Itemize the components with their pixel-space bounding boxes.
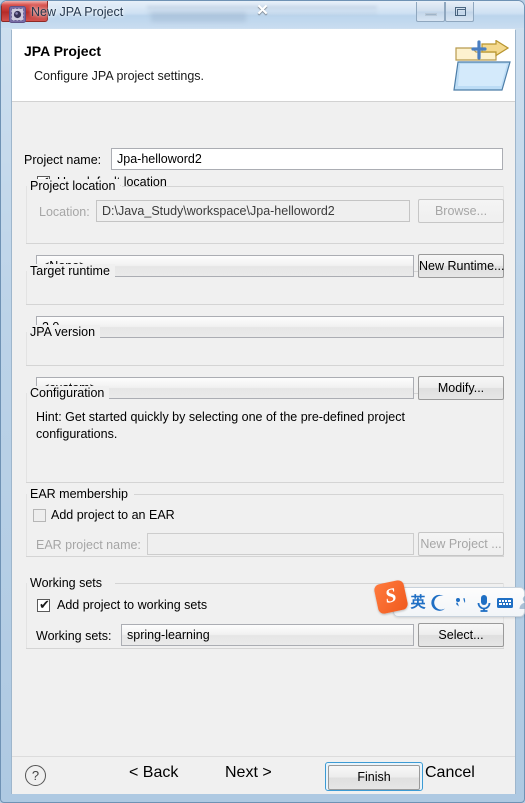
- close-icon: ✕: [256, 2, 269, 19]
- dialog-client-area: JPA Project Configure JPA project settin…: [11, 29, 516, 794]
- jpa-version-combo[interactable]: 2.0: [36, 316, 504, 338]
- configuration-group-label: Configuration: [30, 386, 110, 400]
- add-project-to-ear-checkbox: [33, 509, 46, 522]
- browse-button: Browse...: [418, 199, 504, 223]
- project-location-group-line: [122, 186, 504, 187]
- project-name-label: Project name:: [24, 153, 102, 167]
- finish-button-focus-ring: Finish: [325, 762, 423, 791]
- modify-button[interactable]: Modify...: [418, 376, 504, 400]
- ear-project-name-combo: [147, 533, 414, 555]
- microphone-icon[interactable]: [474, 591, 494, 614]
- wizard-header: JPA Project Configure JPA project settin…: [12, 30, 515, 102]
- cancel-button[interactable]: Cancel: [425, 764, 517, 789]
- keyboard-icon[interactable]: [495, 591, 515, 614]
- working-sets-group-line: [115, 583, 504, 584]
- punctuation-mode-icon[interactable]: [452, 591, 472, 614]
- ear-membership-group-bottom: [26, 556, 504, 557]
- jpa-version-group-bottom: [26, 365, 504, 366]
- dialog-button-bar: ? < Back Next > Finish Cancel: [12, 756, 515, 794]
- page-title: JPA Project: [24, 43, 102, 59]
- user-icon[interactable]: [516, 591, 525, 614]
- jpa-version-group-label: JPA version: [30, 325, 101, 339]
- moon-mode-icon[interactable]: [430, 591, 450, 614]
- working-sets-group-label: Working sets: [30, 576, 108, 590]
- sogou-logo-glyph: S: [383, 584, 399, 608]
- dialog-window: New JPA Project ✕ JPA Project Configure …: [0, 0, 525, 803]
- ear-membership-group-label: EAR membership: [30, 487, 133, 501]
- configuration-hint: Hint: Get started quickly by selecting o…: [36, 410, 405, 441]
- location-input: D:\Java_Study\workspace\Jpa-helloword2: [96, 200, 410, 222]
- target-runtime-group-side: [26, 271, 27, 305]
- finish-button[interactable]: Finish: [328, 765, 420, 790]
- configuration-group-bottom: [26, 482, 504, 483]
- title-bar[interactable]: New JPA Project ✕: [1, 1, 524, 28]
- project-location-group-bottom: [26, 243, 504, 244]
- sogou-ime-toolbar[interactable]: S 英: [373, 579, 525, 617]
- sogou-logo-icon[interactable]: S: [373, 579, 409, 615]
- wizard-content: Project name: Jpa-helloword2 Project loc…: [12, 103, 515, 756]
- new-ear-project-button: New Project ...: [418, 532, 504, 556]
- project-name-input[interactable]: Jpa-helloword2: [111, 148, 503, 170]
- back-button[interactable]: < Back: [129, 764, 221, 789]
- add-project-to-working-sets-label: Add project to working sets: [57, 598, 208, 612]
- project-location-group-side: [26, 186, 27, 244]
- working-sets-group-bottom: [26, 648, 504, 649]
- configuration-group-side-right: [503, 393, 504, 483]
- target-runtime-group-bottom: [26, 304, 504, 305]
- add-project-to-working-sets-checkbox[interactable]: ✔: [37, 598, 50, 613]
- language-mode-icon[interactable]: 英: [408, 591, 428, 614]
- ear-project-name-label: EAR project name:: [36, 538, 141, 552]
- new-runtime-button[interactable]: New Runtime...: [418, 254, 504, 278]
- configuration-group-side: [26, 393, 27, 483]
- add-project-to-ear-label: Add project to an EAR: [51, 508, 175, 522]
- help-button[interactable]: ?: [25, 765, 46, 786]
- target-runtime-group-label: Target runtime: [30, 264, 115, 278]
- checkmark-icon: ✔: [39, 598, 50, 613]
- close-button[interactable]: ✕: [1, 1, 269, 22]
- jpa-project-folder-icon: [452, 40, 514, 96]
- working-sets-combo[interactable]: spring-learning: [121, 624, 414, 646]
- jpa-version-group-side: [26, 332, 27, 366]
- next-button[interactable]: Next >: [225, 764, 317, 789]
- ear-membership-group-line: [134, 494, 504, 495]
- project-location-group-label: Project location: [30, 179, 121, 193]
- location-label: Location:: [39, 205, 90, 219]
- ear-membership-group-side: [26, 494, 27, 557]
- select-working-sets-button[interactable]: Select...: [418, 623, 504, 647]
- page-subtitle: Configure JPA project settings.: [34, 69, 204, 83]
- working-sets-label: Working sets:: [36, 629, 112, 643]
- working-sets-group-side: [26, 583, 27, 649]
